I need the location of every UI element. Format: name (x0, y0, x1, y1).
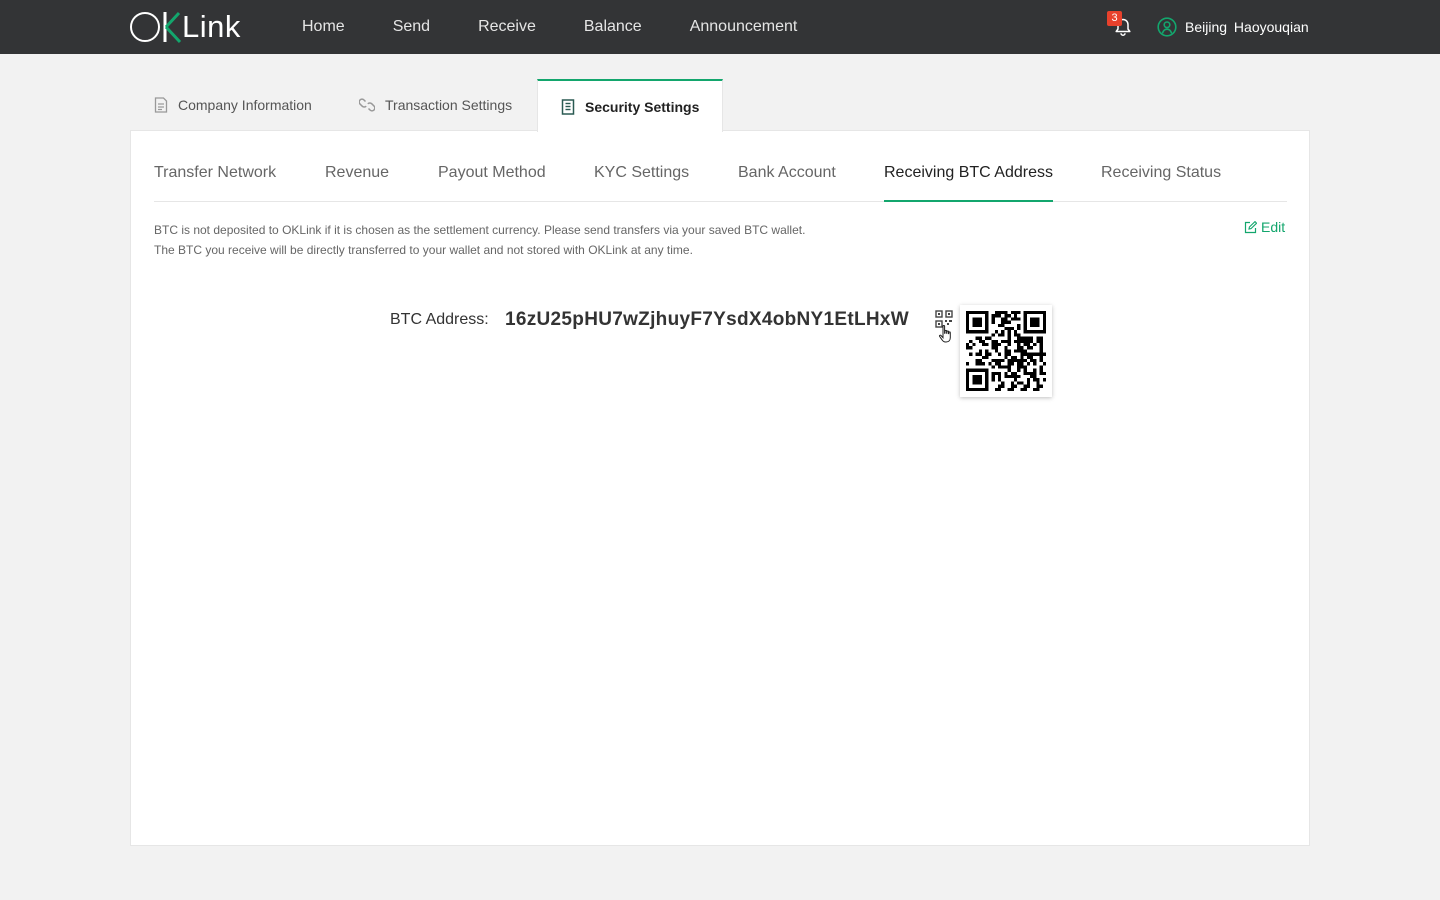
subtab-receiving-status[interactable]: Receiving Status (1101, 164, 1221, 202)
notice-line-1: BTC is not deposited to OKLink if it is … (154, 223, 806, 237)
qr-code-popup (960, 305, 1052, 397)
tab-transaction-settings-label: Transaction Settings (385, 97, 513, 113)
edit-button[interactable]: Edit (1244, 219, 1285, 235)
edit-icon (1244, 220, 1257, 233)
subtab-bar: Transfer Network Revenue Payout Method K… (154, 131, 1287, 202)
logo-text: Link (182, 9, 241, 44)
subtab-kyc-settings[interactable]: KYC Settings (594, 164, 689, 202)
settings-card: Transfer Network Revenue Payout Method K… (130, 130, 1310, 846)
btc-notice: BTC is not deposited to OKLink if it is … (154, 220, 805, 260)
nav-balance[interactable]: Balance (584, 18, 642, 36)
tab-security-settings[interactable]: Security Settings (537, 79, 724, 132)
subtab-payout-method[interactable]: Payout Method (438, 164, 546, 202)
subtab-receiving-btc-address[interactable]: Receiving BTC Address (884, 164, 1053, 202)
hand-pointer-cursor-icon (938, 325, 951, 343)
top-navigation-bar: Link Home Send Receive Balance Announcem… (0, 0, 1440, 54)
nav-send[interactable]: Send (393, 18, 430, 36)
subtab-revenue[interactable]: Revenue (325, 164, 389, 202)
nav-home[interactable]: Home (302, 18, 345, 36)
nav-announcement[interactable]: Announcement (690, 18, 798, 36)
link-icon (359, 98, 375, 112)
main-nav: Home Send Receive Balance Announcement (302, 0, 845, 54)
user-avatar-icon (1157, 17, 1177, 37)
btc-address-value: 16zU25pHU7wZjhuyF7YsdX4obNY1EtLHxW (505, 309, 910, 330)
tab-security-settings-label: Security Settings (585, 98, 700, 115)
nav-receive[interactable]: Receive (478, 18, 536, 36)
user-name: Beijing Haoyouqian (1185, 19, 1309, 35)
btc-address-label: BTC Address: (390, 311, 489, 328)
logo-o-mark (130, 12, 160, 42)
edit-label: Edit (1261, 219, 1286, 235)
document-icon (154, 97, 168, 113)
oklink-logo[interactable]: Link (130, 9, 240, 45)
subtab-bank-account[interactable]: Bank Account (738, 164, 836, 202)
notification-badge: 3 (1107, 11, 1122, 26)
notice-line-2: The BTC you receive will be directly tra… (154, 243, 693, 257)
tab-company-information-label: Company Information (178, 97, 312, 113)
tab-company-information[interactable]: Company Information (154, 79, 312, 131)
tab-transaction-settings[interactable]: Transaction Settings (359, 79, 512, 131)
user-menu[interactable]: Beijing Haoyouqian (1157, 16, 1309, 38)
qr-code-image (966, 311, 1046, 391)
logo-k-mark (163, 11, 182, 44)
shield-list-icon (561, 98, 575, 115)
subtab-transfer-network[interactable]: Transfer Network (154, 164, 276, 202)
